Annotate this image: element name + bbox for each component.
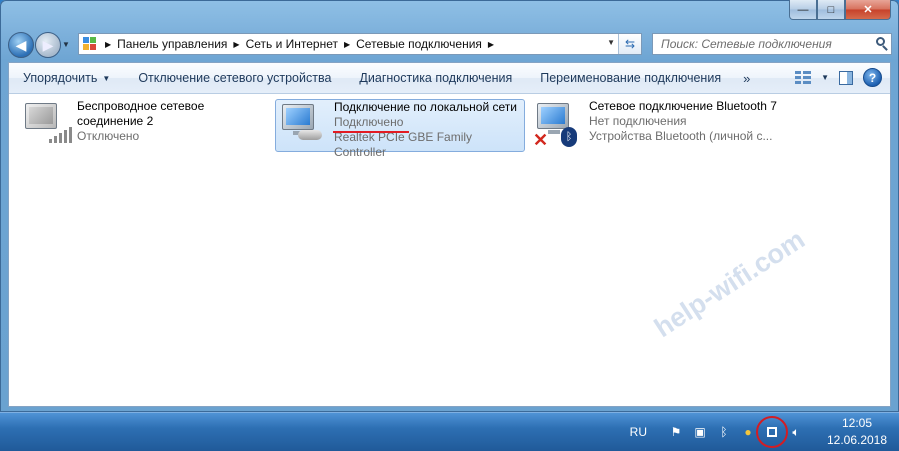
highlight-underline (333, 131, 409, 133)
network-tray-icon[interactable] (756, 416, 788, 448)
diagnose-button[interactable]: Диагностика подключения (345, 63, 526, 93)
taskbar: RU ⚑ ▣ ᛒ ● 🔈︎ 12:05 12.06.2018 (0, 412, 899, 451)
disable-device-button[interactable]: Отключение сетевого устройства (124, 63, 345, 93)
system-tray: RU ⚑ ▣ ᛒ ● 🔈︎ 12:05 12.06.2018 (630, 413, 899, 451)
safely-remove-hardware-icon[interactable]: ▣ (691, 423, 709, 441)
chevron-right-icon[interactable]: ▶ (233, 40, 239, 49)
minimize-button[interactable]: — (789, 0, 817, 20)
content-area: Упорядочить ▼ Отключение сетевого устрой… (8, 62, 891, 407)
rename-label: Переименование подключения (540, 71, 722, 85)
connection-bluetooth[interactable]: ✕ ᛒ Сетевое подключение Bluetooth 7 Нет … (531, 99, 781, 151)
watermark: help-wifi.com (649, 224, 811, 344)
connection-name: Сетевое подключение Bluetooth 7 (589, 99, 777, 113)
view-dropdown[interactable]: ▼ (821, 73, 829, 82)
time: 12:05 (841, 416, 873, 430)
arrow-right-icon: ▶ (42, 36, 54, 53)
disable-device-label: Отключение сетевого устройства (138, 71, 332, 85)
wireless-icon (19, 99, 72, 151)
help-icon[interactable]: ? (863, 68, 882, 87)
navigation-bar: ◀ ▶ ▼ ▶ Панель управления ▶ Сеть и Интер… (0, 28, 899, 62)
bluetooth-icon: ✕ ᛒ (531, 99, 583, 151)
ethernet-icon (276, 100, 328, 152)
recent-pages-dropdown[interactable]: ▼ (62, 40, 70, 49)
breadcrumb-network-internet[interactable]: Сеть и Интернет (246, 37, 338, 51)
address-dropdown[interactable]: ▼ (607, 38, 615, 47)
arrow-left-icon: ◀ (15, 36, 27, 53)
disconnected-x-icon: ✕ (533, 130, 549, 150)
breadcrumb-network-connections[interactable]: Сетевые подключения (356, 37, 482, 51)
connection-device: Устройства Bluetooth (личной с... (589, 129, 773, 143)
maximize-button[interactable]: □ (817, 0, 845, 20)
chevron-right-icon[interactable]: ▶ (105, 40, 111, 49)
connection-status: Нет подключения (589, 114, 687, 128)
forward-button[interactable]: ▶ (35, 32, 61, 58)
chevron-right-icon[interactable]: ▶ (344, 40, 350, 49)
connection-device: Realtek PCIe GBE Family Controller (334, 130, 473, 159)
breadcrumb-control-panel[interactable]: Панель управления (117, 37, 227, 51)
connection-name: Беспроводное сетевое (77, 99, 205, 113)
organize-button[interactable]: Упорядочить ▼ (9, 63, 124, 93)
refresh-button[interactable]: ⇆ (618, 34, 641, 54)
control-panel-icon (83, 37, 99, 51)
breadcrumb: ▶ Панель управления ▶ Сеть и Интернет ▶ … (99, 37, 500, 51)
highlight-circle (756, 416, 788, 448)
explorer-window: — □ ✕ ◀ ▶ ▼ ▶ Панель управления ▶ Сеть и… (0, 0, 899, 412)
connection-status: Отключено (77, 129, 140, 143)
chevron-down-icon: ▼ (102, 73, 111, 83)
connection-status: Подключено (334, 115, 404, 129)
action-center-flag-icon[interactable]: ⚑ (667, 423, 685, 441)
connection-wireless[interactable]: Беспроводное сетевое соединение 2 Отключ… (19, 99, 259, 151)
search-placeholder: Поиск: Сетевые подключения (661, 37, 832, 51)
change-view-icon[interactable] (795, 70, 812, 85)
bluetooth-tray-icon[interactable]: ᛒ (715, 423, 733, 441)
toolbar-right: ▼ ? (795, 68, 882, 87)
palette-app-icon[interactable]: ● (739, 423, 757, 441)
clock[interactable]: 12:05 12.06.2018 (821, 415, 893, 449)
preview-pane-icon[interactable] (839, 70, 853, 85)
organize-label: Упорядочить (23, 71, 98, 85)
diagnose-label: Диагностика подключения (359, 71, 513, 85)
caption-buttons: — □ ✕ (789, 0, 891, 20)
connection-local-area[interactable]: Подключение по локальной сети Подключено… (275, 99, 525, 159)
connection-name-line2: соединение 2 (77, 114, 154, 128)
search-input[interactable]: Поиск: Сетевые подключения (652, 33, 892, 55)
back-button[interactable]: ◀ (8, 32, 34, 58)
search-icon[interactable] (876, 37, 885, 46)
refresh-icon: ⇆ (624, 37, 636, 51)
connection-name: Подключение по локальной сети (334, 100, 517, 114)
rename-button[interactable]: Переименование подключения (526, 63, 735, 93)
bluetooth-badge-icon: ᛒ (561, 127, 577, 147)
date: 12.06.2018 (826, 433, 888, 447)
language-indicator[interactable]: RU (630, 425, 647, 439)
more-commands-button[interactable]: » (735, 71, 758, 86)
close-button[interactable]: ✕ (845, 0, 891, 20)
volume-icon[interactable]: 🔈︎ (787, 423, 805, 441)
address-bar[interactable]: ▶ Панель управления ▶ Сеть и Интернет ▶ … (78, 33, 642, 55)
chevron-right-icon[interactable]: ▶ (488, 40, 494, 49)
command-bar: Упорядочить ▼ Отключение сетевого устрой… (9, 63, 890, 94)
